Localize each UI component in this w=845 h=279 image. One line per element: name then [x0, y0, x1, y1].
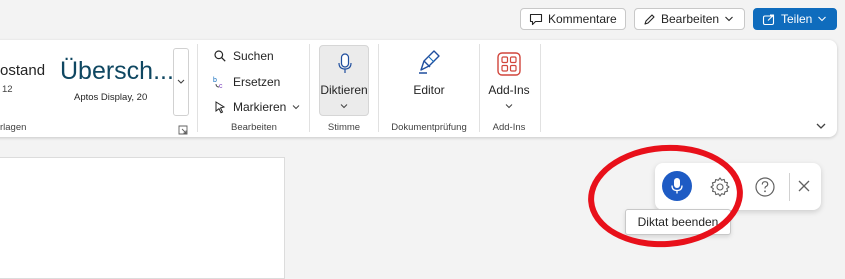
- chevron-down-icon: [177, 79, 185, 84]
- styles-launcher-button[interactable]: [178, 122, 188, 140]
- pencil-icon: [644, 13, 655, 25]
- style-normal-size: 12: [2, 84, 13, 95]
- cursor-icon: [215, 101, 226, 114]
- dictation-help-button[interactable]: [754, 176, 776, 203]
- search-icon: [214, 50, 226, 62]
- share-button[interactable]: Teilen: [753, 8, 837, 30]
- editor-pen-icon: [419, 50, 440, 74]
- voice-group-label: Stimme: [327, 122, 361, 133]
- ribbon-separator: [540, 44, 541, 132]
- search-label: Suchen: [233, 49, 274, 63]
- dictate-button[interactable]: Diktieren: [319, 45, 369, 116]
- ribbon-separator: [197, 44, 198, 132]
- annotation-circle: [584, 139, 747, 253]
- select-button[interactable]: Markieren: [213, 100, 300, 114]
- replace-button[interactable]: b c Ersetzen: [213, 75, 280, 89]
- editor-label: Editor: [413, 83, 445, 97]
- microphone-icon: [338, 53, 352, 73]
- proofing-group-label: Dokumentprüfung: [391, 122, 467, 133]
- editor-button[interactable]: Editor: [398, 47, 460, 107]
- dictate-label: Diktieren: [320, 83, 368, 97]
- ribbon-separator: [378, 44, 379, 132]
- comment-icon: [529, 13, 543, 25]
- edit-group-label: Bearbeiten: [231, 122, 277, 133]
- svg-text:b: b: [213, 77, 217, 84]
- addins-button[interactable]: Add-Ins: [484, 47, 534, 115]
- share-label: Teilen: [781, 12, 813, 26]
- ribbon-separator: [309, 44, 310, 132]
- ribbon-separator: [479, 44, 480, 132]
- chevron-down-icon: [818, 16, 827, 22]
- dialog-launcher-icon: [178, 125, 188, 135]
- addins-group-label: Add-Ins: [492, 122, 526, 133]
- select-label: Markieren: [233, 100, 287, 114]
- addins-label: Add-Ins: [488, 83, 530, 97]
- search-button[interactable]: Suchen: [213, 49, 274, 63]
- style-heading-font: Aptos Display, 20: [74, 92, 148, 103]
- chevron-down-icon: [816, 123, 826, 129]
- close-icon: [798, 180, 810, 192]
- help-icon: [755, 177, 775, 197]
- comments-label: Kommentare: [548, 12, 617, 26]
- close-dictation-button[interactable]: [797, 179, 811, 198]
- style-normal-label[interactable]: ostand: [0, 62, 45, 79]
- styles-more-button[interactable]: [173, 48, 189, 116]
- style-heading-label[interactable]: Übersch...: [60, 57, 174, 86]
- ribbon-expand-button[interactable]: [815, 118, 827, 136]
- styles-group-label: rlagen: [0, 122, 27, 133]
- addins-grid-icon: [497, 52, 521, 76]
- toolbar-divider: [789, 173, 790, 201]
- replace-label: Ersetzen: [233, 75, 281, 89]
- share-icon: [762, 13, 775, 25]
- chevron-down-icon: [505, 104, 513, 109]
- chevron-down-icon: [725, 16, 733, 22]
- replace-icon: b c: [213, 77, 223, 89]
- svg-text:c: c: [219, 83, 223, 89]
- chevron-down-icon: [293, 105, 300, 110]
- edit-mode-button[interactable]: Bearbeiten: [634, 8, 745, 30]
- comments-button[interactable]: Kommentare: [520, 8, 626, 30]
- edit-mode-label: Bearbeiten: [661, 12, 720, 26]
- chevron-down-icon: [340, 104, 348, 109]
